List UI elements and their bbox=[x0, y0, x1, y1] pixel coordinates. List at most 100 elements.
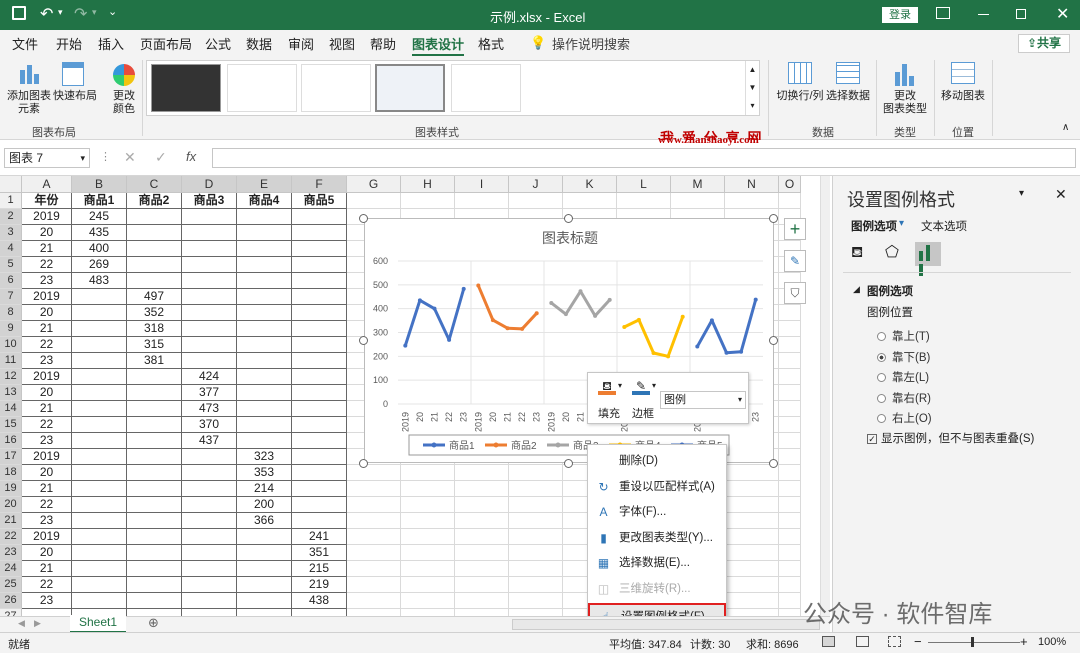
formula-input[interactable] bbox=[212, 148, 1076, 168]
column-header[interactable]: L bbox=[617, 176, 671, 193]
chart-style-1[interactable] bbox=[151, 64, 221, 112]
switch-row-column-button[interactable]: 切换行/列 bbox=[774, 90, 826, 103]
grid-cell[interactable] bbox=[182, 321, 237, 337]
grid-cell[interactable]: 353 bbox=[237, 465, 292, 481]
row-header[interactable]: 23 bbox=[0, 545, 22, 561]
grid-cell[interactable] bbox=[779, 497, 801, 513]
grid-cell[interactable] bbox=[779, 417, 801, 433]
show-legend-no-overlap-checkbox[interactable]: ✓ 显示图例，但不与图表重叠(S) bbox=[867, 430, 1034, 446]
grid-cell[interactable]: 215 bbox=[292, 561, 347, 577]
grid-cell[interactable] bbox=[127, 273, 182, 289]
grid-cell[interactable]: 23 bbox=[22, 433, 72, 449]
grid-cell[interactable]: 245 bbox=[72, 209, 127, 225]
grid-cell[interactable]: 2019 bbox=[22, 289, 72, 305]
change-chart-type-button[interactable]: 更改 图表类型 bbox=[880, 90, 930, 116]
grid-cell[interactable] bbox=[127, 209, 182, 225]
grid-cell[interactable] bbox=[725, 513, 779, 529]
grid-cell[interactable] bbox=[401, 529, 455, 545]
grid-cell[interactable]: 2019 bbox=[22, 209, 72, 225]
context-menu-item[interactable]: ☝设置图例格式(F)... bbox=[588, 602, 726, 616]
grid-cell[interactable]: 23 bbox=[22, 513, 72, 529]
grid-cell[interactable] bbox=[72, 417, 127, 433]
grid-cell[interactable] bbox=[509, 513, 563, 529]
border-dropdown-icon[interactable]: ▾ bbox=[652, 381, 656, 390]
grid-cell[interactable]: 20 bbox=[22, 465, 72, 481]
grid-cell[interactable] bbox=[779, 385, 801, 401]
minimize-icon[interactable] bbox=[978, 14, 989, 15]
column-header[interactable]: D bbox=[182, 176, 237, 193]
grid-cell[interactable] bbox=[182, 225, 237, 241]
grid-cell[interactable] bbox=[347, 561, 401, 577]
grid-cell[interactable] bbox=[182, 353, 237, 369]
context-menu-item[interactable]: ↻ 重设以匹配样式(A) bbox=[588, 475, 726, 500]
grid-cell[interactable] bbox=[237, 545, 292, 561]
cancel-formula-icon[interactable]: ✕ bbox=[124, 149, 136, 166]
context-menu-item[interactable]: 删除(D) bbox=[588, 449, 726, 474]
column-header[interactable]: G bbox=[347, 176, 401, 193]
row-header[interactable]: 27 bbox=[0, 609, 22, 616]
grid-cell[interactable] bbox=[401, 577, 455, 593]
grid-cell[interactable]: 473 bbox=[182, 401, 237, 417]
grid-cell[interactable]: 437 bbox=[182, 433, 237, 449]
grid-cell[interactable] bbox=[292, 513, 347, 529]
grid-cell[interactable] bbox=[779, 513, 801, 529]
grid-cell[interactable] bbox=[237, 225, 292, 241]
chart-resize-handle[interactable] bbox=[769, 336, 778, 345]
column-header[interactable]: B bbox=[72, 176, 127, 193]
chart-style-5[interactable] bbox=[451, 64, 521, 112]
grid-cell[interactable] bbox=[563, 193, 617, 209]
name-box[interactable]: 图表 7 ▾ bbox=[4, 148, 90, 168]
row-header[interactable]: 22 bbox=[0, 529, 22, 545]
tab-formulas[interactable]: 公式 bbox=[205, 34, 231, 53]
grid-cell[interactable] bbox=[72, 305, 127, 321]
page-layout-view-icon[interactable] bbox=[856, 636, 869, 647]
grid-cell[interactable] bbox=[292, 225, 347, 241]
grid-cell[interactable] bbox=[292, 609, 347, 616]
grid-cell[interactable] bbox=[292, 449, 347, 465]
grid-cell[interactable] bbox=[127, 433, 182, 449]
grid-cell[interactable] bbox=[72, 497, 127, 513]
row-header[interactable]: 16 bbox=[0, 433, 22, 449]
add-sheet-button[interactable]: ⊕ bbox=[148, 615, 159, 631]
grid-cell[interactable] bbox=[182, 529, 237, 545]
grid-cell[interactable] bbox=[72, 369, 127, 385]
grid-cell[interactable] bbox=[671, 193, 725, 209]
grid-cell[interactable] bbox=[779, 449, 801, 465]
chart-element-selector[interactable]: 图例 ▾ bbox=[660, 391, 746, 409]
grid-cell[interactable]: 214 bbox=[237, 481, 292, 497]
grid-cell[interactable]: 351 bbox=[292, 545, 347, 561]
grid-cell[interactable] bbox=[292, 321, 347, 337]
chart-resize-handle[interactable] bbox=[359, 459, 368, 468]
grid-cell[interactable] bbox=[509, 465, 563, 481]
grid-cell[interactable]: 2019 bbox=[22, 369, 72, 385]
grid-cell[interactable] bbox=[347, 193, 401, 209]
grid-cell[interactable] bbox=[72, 449, 127, 465]
tab-view[interactable]: 视图 bbox=[329, 34, 355, 53]
row-header[interactable]: 5 bbox=[0, 257, 22, 273]
column-header[interactable]: H bbox=[401, 176, 455, 193]
enter-formula-icon[interactable]: ✓ bbox=[155, 149, 167, 166]
grid-cell[interactable]: 21 bbox=[22, 481, 72, 497]
tab-home[interactable]: 开始 bbox=[56, 34, 82, 53]
grid-cell[interactable] bbox=[779, 337, 801, 353]
row-header[interactable]: 17 bbox=[0, 449, 22, 465]
grid-cell[interactable] bbox=[292, 417, 347, 433]
next-sheet-icon[interactable]: ▶ bbox=[34, 618, 41, 629]
grid-cell[interactable] bbox=[127, 257, 182, 273]
grid-cell[interactable] bbox=[779, 561, 801, 577]
row-header[interactable]: 13 bbox=[0, 385, 22, 401]
chevron-down-icon[interactable]: ▾ bbox=[899, 218, 904, 229]
grid-cell[interactable]: 商品4 bbox=[237, 193, 292, 209]
chart-resize-handle[interactable] bbox=[359, 336, 368, 345]
grid-cell[interactable]: 323 bbox=[237, 449, 292, 465]
column-header[interactable]: F bbox=[292, 176, 347, 193]
chart-resize-handle[interactable] bbox=[769, 459, 778, 468]
grid-cell[interactable] bbox=[401, 545, 455, 561]
row-header[interactable]: 8 bbox=[0, 305, 22, 321]
horizontal-scrollbar[interactable] bbox=[512, 619, 820, 630]
grid-cell[interactable] bbox=[725, 193, 779, 209]
row-header[interactable]: 21 bbox=[0, 513, 22, 529]
row-header[interactable]: 20 bbox=[0, 497, 22, 513]
grid-cell[interactable] bbox=[237, 561, 292, 577]
row-header[interactable]: 25 bbox=[0, 577, 22, 593]
